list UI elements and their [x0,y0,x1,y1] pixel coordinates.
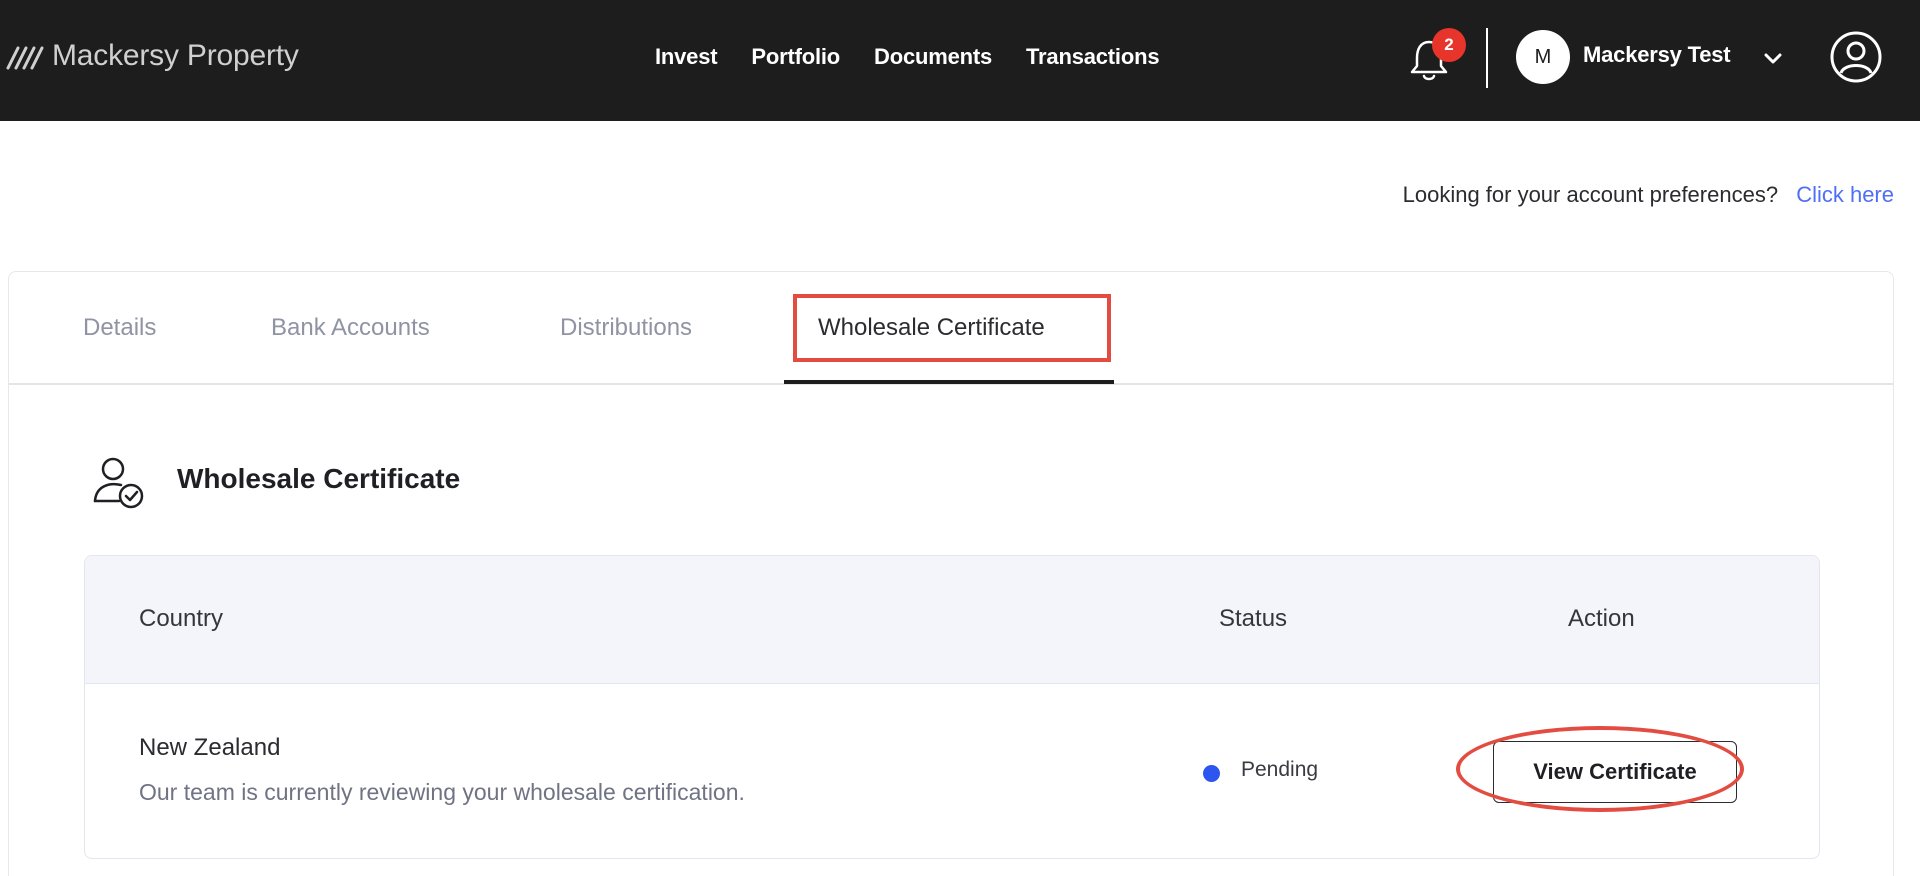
section-title: Wholesale Certificate [177,463,461,494]
preferences-link[interactable]: Click here [1796,182,1894,207]
nav-portfolio[interactable]: Portfolio [751,44,840,70]
certificate-table: Country Status Action New Zealand Our te… [84,555,1820,859]
preferences-prompt: Looking for your account preferences? [1402,182,1779,207]
tab-bank-accounts[interactable]: Bank Accounts [271,314,430,342]
brand-logo[interactable]: Mackersy Property [6,36,299,76]
header-divider [1486,28,1488,88]
user-check-icon [93,457,144,509]
chevron-down-icon[interactable] [1762,48,1784,70]
column-header-country: Country [139,605,224,632]
brand-name: Mackersy Property [52,39,299,72]
column-header-status: Status [1219,605,1288,632]
nav-invest[interactable]: Invest [655,44,718,70]
status-badge: Pending [1241,758,1319,781]
nav-documents[interactable]: Documents [874,44,992,70]
user-profile-icon[interactable] [1829,30,1883,84]
tab-distributions[interactable]: Distributions [560,314,692,342]
avatar[interactable]: M [1516,30,1570,84]
notification-badge: 2 [1432,28,1466,62]
tab-details[interactable]: Details [83,314,156,342]
main-nav: Invest Portfolio Documents Transactions [655,40,1193,74]
status-indicator-dot [1203,765,1220,782]
account-card: Details Bank Accounts Distributions Whol… [8,271,1894,876]
active-tab-indicator [784,380,1114,384]
row-country: New Zealand [139,734,281,761]
nav-transactions[interactable]: Transactions [1026,44,1160,70]
tab-bar: Details Bank Accounts Distributions Whol… [9,272,1893,385]
table-header: Country Status Action [85,556,1819,684]
view-certificate-button[interactable]: View Certificate [1493,741,1737,803]
column-header-action: Action [1568,605,1635,632]
user-name[interactable]: Mackersy Test [1583,42,1731,68]
row-description: Our team is currently reviewing your who… [139,779,745,805]
tab-highlight-box [793,294,1111,362]
stripes-logo-icon [6,46,44,70]
top-navigation-bar: Mackersy Property Invest Portfolio Docum… [0,0,1920,121]
account-preferences-note: Looking for your account preferences? Cl… [1403,182,1894,208]
